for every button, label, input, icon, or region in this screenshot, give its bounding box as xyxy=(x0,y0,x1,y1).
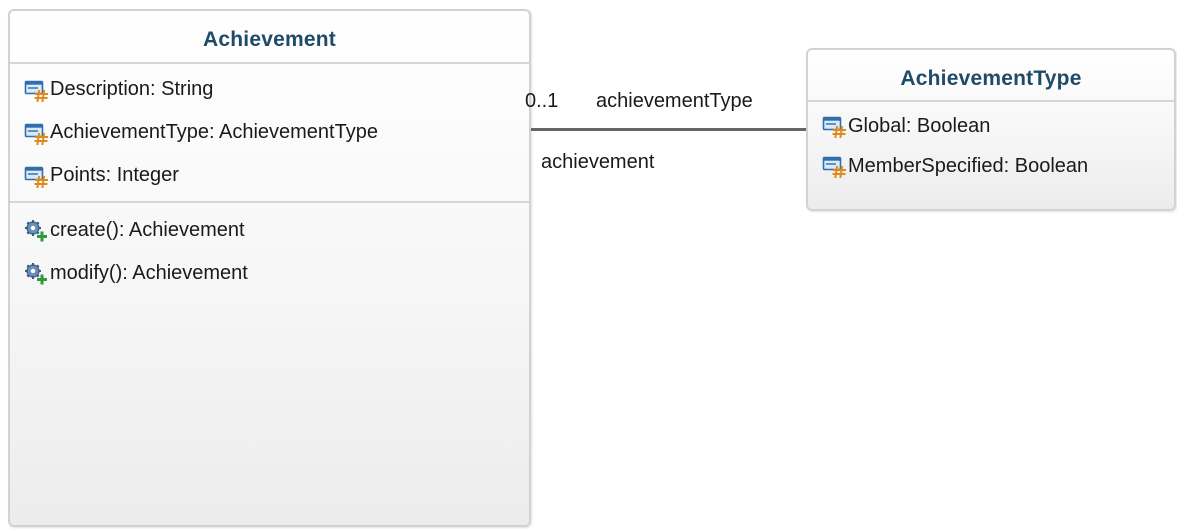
attribute-row[interactable]: MemberSpecified: Boolean xyxy=(822,146,1174,186)
operation-label: modify(): Achievement xyxy=(50,262,248,284)
attributes-compartment: Description: String AchievementType: Ach… xyxy=(10,62,529,201)
attribute-icon xyxy=(24,121,48,145)
attribute-label: Points: Integer xyxy=(50,164,179,186)
attribute-label: MemberSpecified: Boolean xyxy=(848,154,1089,177)
class-name: Achievement xyxy=(203,28,336,51)
attribute-row[interactable]: AchievementType: AchievementType xyxy=(24,111,529,154)
attributes-compartment: Global: Boolean MemberSpecified: Boolean xyxy=(808,100,1174,190)
source-role-label: achievement xyxy=(541,151,655,173)
attribute-icon xyxy=(822,114,846,138)
operation-label: create(): Achievement xyxy=(50,219,245,241)
attribute-icon xyxy=(24,164,48,188)
target-multiplicity: 0..1 xyxy=(525,90,559,112)
attribute-label: Description: String xyxy=(50,78,214,100)
class-name: AchievementType xyxy=(900,67,1082,90)
class-achievement[interactable]: Achievement Description: String Achievem… xyxy=(8,9,531,527)
operation-icon xyxy=(24,262,48,286)
operations-compartment: create(): Achievement modify(): Achievem… xyxy=(10,201,529,299)
association-line[interactable] xyxy=(531,128,807,131)
attribute-icon xyxy=(24,78,48,102)
uml-class-diagram: Achievement Description: String Achievem… xyxy=(0,0,1177,529)
target-role-label: achievementType xyxy=(596,90,753,112)
operation-row[interactable]: create(): Achievement xyxy=(24,209,529,252)
operation-row[interactable]: modify(): Achievement xyxy=(24,252,529,295)
operation-icon xyxy=(24,219,48,243)
attribute-label: Global: Boolean xyxy=(848,114,991,137)
class-achievement-type[interactable]: AchievementType Global: Boolean MemberSp… xyxy=(806,48,1176,211)
attribute-row[interactable]: Description: String xyxy=(24,68,529,111)
attribute-label: AchievementType: AchievementType xyxy=(50,121,378,143)
attribute-row[interactable]: Global: Boolean xyxy=(822,106,1174,146)
attribute-row[interactable]: Points: Integer xyxy=(24,154,529,197)
attribute-icon xyxy=(822,154,846,178)
